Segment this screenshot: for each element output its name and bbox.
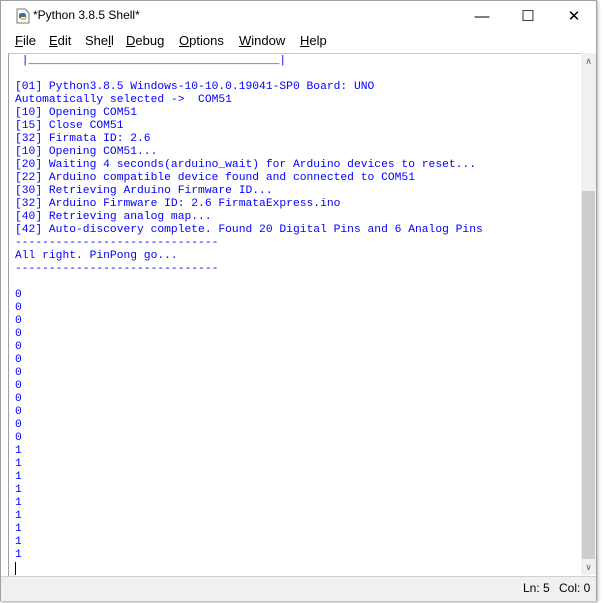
menu-options-label: ptions [189,33,224,48]
menu-file-accel: F [15,33,23,48]
shell-line: 0 [15,419,22,431]
menu-options[interactable]: Options [179,33,224,48]
menu-help-label: elp [309,33,327,48]
scroll-down-button[interactable]: ∨ [581,559,596,575]
shell-line: 1 [15,523,22,535]
shell-line: 0 [15,380,22,392]
background-window [597,0,605,603]
shell-line: [32] Arduino Firmware ID: 2.6 FirmataExp… [15,198,341,210]
line-number: Ln: 5 [523,581,550,595]
shell-line: [30] Retrieving Arduino Firmware ID... [15,185,273,197]
shell-line: 0 [15,341,22,353]
shell-line: [10] Opening COM51... [15,146,158,158]
shell-line: [10] Opening COM51 [15,107,138,119]
shell-line: [20] Waiting 4 seconds(arduino_wait) for… [15,159,476,171]
shell-line: 1 [15,510,22,522]
maximize-button[interactable]: ☐ [505,1,551,31]
python-idle-icon [16,8,30,24]
shell-line: 0 [15,328,22,340]
shell-line: All right. PinPong go... [15,250,178,262]
menu-shell-label-end: l [111,33,114,48]
menu-file-label: ile [22,33,36,48]
shell-line: [42] Auto-discovery complete. Found 20 D… [15,224,483,236]
shell-line: 1 [15,497,22,509]
shell-output: |_____________________________________| … [15,55,483,575]
scrollbar-thumb[interactable] [582,191,595,559]
menu-file[interactable]: File [15,33,36,48]
menu-options-accel: O [179,33,190,48]
shell-line: [40] Retrieving analog map... [15,211,212,223]
menu-help[interactable]: Help [300,33,327,48]
column-number: Col: 0 [559,581,591,595]
menu-debug-accel: D [126,33,136,48]
shell-line: |_____________________________________| [15,55,287,67]
menu-window-accel: W [239,33,252,48]
shell-line: Automatically selected -> COM51 [15,94,232,106]
shell-line: [15] Close COM51 [15,120,124,132]
idle-shell-window: *Python 3.8.5 Shell* — ☐ ✕ File Edit She… [0,0,597,601]
menu-help-accel: H [300,33,310,48]
menu-debug-label: ebug [135,33,165,48]
menu-shell[interactable]: Shell [85,33,114,48]
shell-line: [32] Firmata ID: 2.6 [15,133,151,145]
menu-bar: File Edit Shell Debug Options Window Hel… [1,31,596,52]
shell-line: 0 [15,393,22,405]
text-cursor [15,562,16,575]
shell-line: 0 [15,302,22,314]
shell-text-area[interactable]: |_____________________________________| … [8,53,582,576]
menu-edit-label: dit [57,33,72,48]
shell-line: 1 [15,445,22,457]
shell-line: ------------------------------ [15,263,219,275]
shell-line: 0 [15,367,22,379]
shell-line: 1 [15,536,22,548]
shell-line: [01] Python3.8.5 Windows-10-10.0.19041-S… [15,81,375,93]
menu-window-label: indow [251,33,286,48]
menu-shell-label: She [85,33,109,48]
shell-line: 0 [15,289,22,301]
shell-line: 1 [15,484,22,496]
shell-line: 0 [15,406,22,418]
menu-edit-accel: E [49,33,58,48]
status-bar: Ln: 5 Col: 0 [1,576,596,601]
shell-line: 0 [15,432,22,444]
shell-line: 1 [15,458,22,470]
vertical-scrollbar[interactable]: ∧ ∨ [581,53,596,575]
shell-line: 0 [15,354,22,366]
shell-line: 0 [15,315,22,327]
menu-edit[interactable]: Edit [49,33,71,48]
shell-line: 1 [15,549,22,561]
scroll-up-button[interactable]: ∧ [581,53,596,69]
close-button[interactable]: ✕ [551,1,597,31]
menu-window[interactable]: Window [239,33,285,48]
menu-debug[interactable]: Debug [126,33,164,48]
title-bar[interactable]: *Python 3.8.5 Shell* — ☐ ✕ [1,1,596,31]
window-title: *Python 3.8.5 Shell* [33,8,140,22]
shell-line: ------------------------------ [15,237,219,249]
minimize-button[interactable]: — [459,1,505,31]
shell-line: 1 [15,471,22,483]
shell-line: [22] Arduino compatible device found and… [15,172,415,184]
